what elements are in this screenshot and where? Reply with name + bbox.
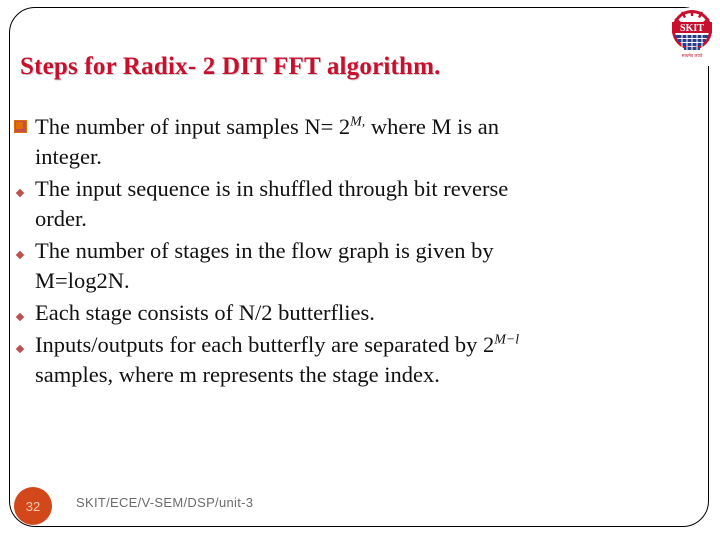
list-item: The number of input samples N= 2M, where…	[13, 112, 705, 172]
bullet-1-line1-tail: where M is an	[365, 114, 499, 139]
page-number-badge: 32	[14, 487, 52, 525]
bullet-2-line2: order.	[35, 206, 87, 231]
bullet-1-line2: integer.	[35, 144, 102, 169]
bullet-text-2: The input sequence is in shuffled throug…	[35, 174, 705, 234]
footer-path-text: SKIT/ECE/V-SEM/DSP/unit-3	[76, 495, 254, 510]
bullet-3-line2: M=log2N.	[35, 268, 130, 293]
square-box-glyph-icon	[13, 112, 35, 135]
list-item: The input sequence is in shuffled throug…	[13, 174, 705, 234]
bullet-5-superscript: M−l	[494, 332, 520, 348]
skit-logo: SKIT सत्यमेव जयते	[669, 8, 715, 66]
page-title: Steps for Radix- 2 DIT FFT algorithm.	[20, 53, 441, 80]
bullet-text-1: The number of input samples N= 2M, where…	[35, 112, 705, 172]
logo-tagline: सत्यमेव जयते	[682, 53, 703, 58]
bullet-2-line1: The input sequence is in shuffled throug…	[35, 176, 509, 201]
list-item: The number of stages in the flow graph i…	[13, 236, 705, 296]
list-item: Inputs/outputs for each butterfly are se…	[13, 330, 705, 390]
bullet-text-5: Inputs/outputs for each butterfly are se…	[35, 330, 705, 390]
list-item: Each stage consists of N/2 butterflies.	[13, 298, 705, 328]
logo-wordmark: SKIT	[680, 23, 704, 34]
bullet-3-line1: The number of stages in the flow graph i…	[35, 238, 494, 263]
bullet-text-4: Each stage consists of N/2 butterflies.	[35, 300, 375, 325]
bullet-5-line1: Inputs/outputs for each butterfly are se…	[35, 332, 495, 357]
bullet-1-superscript: M,	[350, 114, 366, 130]
bullet-text-3: The number of stages in the flow graph i…	[35, 236, 705, 296]
bullet-5-line2: samples, where m represents the stage in…	[35, 362, 440, 387]
bullet-list: The number of input samples N= 2M, where…	[13, 112, 705, 392]
bullet-1-line1-head: The number of input samples N= 2	[35, 114, 351, 139]
diamond-bullet-icon	[13, 298, 35, 322]
diamond-bullet-icon	[13, 330, 35, 354]
diamond-bullet-icon	[13, 236, 35, 260]
diamond-bullet-icon	[13, 174, 35, 198]
slide-canvas: SKIT सत्यमेव जयते Steps for Radix- 2 DIT…	[0, 0, 720, 540]
